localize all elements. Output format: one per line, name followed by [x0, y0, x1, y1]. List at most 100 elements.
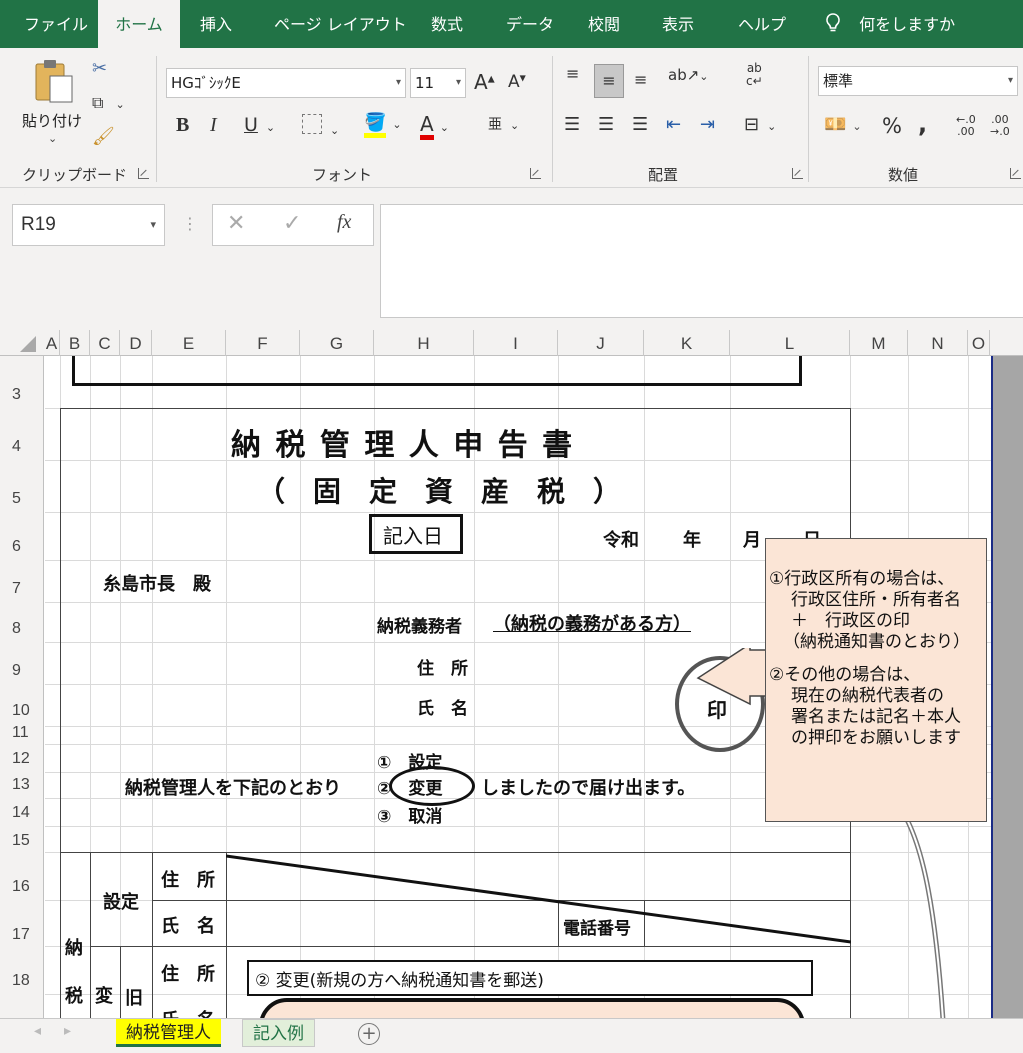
name-box-value: R19 — [21, 214, 56, 235]
row-header[interactable]: 3 — [0, 386, 44, 404]
italic-button[interactable]: I — [210, 114, 217, 137]
column-header-d[interactable]: D — [120, 330, 152, 356]
column-header-j[interactable]: J — [558, 330, 644, 356]
number-format-combo[interactable]: 標準 ▾ — [818, 66, 1018, 96]
column-header-b[interactable]: B — [60, 330, 90, 356]
tell-me-label: 何をしますか — [859, 15, 956, 34]
tab-formulas[interactable]: 数式 — [431, 0, 463, 48]
comma-style-button[interactable]: , — [918, 110, 927, 138]
align-top-button[interactable]: ≡ — [566, 64, 579, 83]
align-center-button[interactable]: ☰ — [598, 114, 614, 135]
tab-home[interactable]: ホーム — [98, 0, 180, 48]
decrease-indent-icon: ⇤ — [666, 114, 682, 135]
select-all-icon[interactable] — [20, 336, 36, 352]
column-header-a[interactable]: A — [44, 330, 60, 356]
column-header-m[interactable]: M — [850, 330, 908, 356]
callout-line: ②その他の場合は、 — [769, 665, 921, 685]
increase-indent-button[interactable]: ⇥ — [700, 114, 715, 135]
row-header[interactable]: 9 — [0, 662, 44, 680]
tell-me-search[interactable]: 何をしますか — [824, 0, 955, 48]
cut-button[interactable]: ✂ — [92, 58, 107, 79]
increase-font-button[interactable]: A▲ — [474, 70, 495, 94]
enter-icon[interactable]: ✓ — [283, 211, 301, 236]
number-launcher-icon[interactable] — [1010, 168, 1021, 179]
font-size-combo[interactable]: 11 ▾ — [410, 68, 466, 98]
row-header[interactable]: 10 — [0, 702, 44, 720]
row-header[interactable]: 16 — [0, 878, 44, 896]
column-header-o[interactable]: O — [968, 330, 990, 356]
callout-line: 署名または記名＋本人 — [791, 707, 961, 727]
align-left-button[interactable]: ☰ — [564, 114, 580, 135]
row-header[interactable]: 6 — [0, 538, 44, 556]
copy-button[interactable]: ⧉ ⌄ — [92, 92, 125, 113]
row-header[interactable]: 11 — [0, 724, 44, 742]
wrap-text-button[interactable]: ab c↵ — [746, 62, 763, 88]
row-header[interactable]: 18 — [0, 972, 44, 990]
tab-data[interactable]: データ — [506, 0, 554, 48]
column-header-h[interactable]: H — [374, 330, 474, 356]
font-color-icon: A — [420, 113, 434, 140]
chevron-down-icon: ▾ — [1007, 75, 1013, 86]
decrease-decimal-button[interactable]: .00 →.0 — [990, 114, 1010, 138]
column-header-i[interactable]: I — [474, 330, 558, 356]
borders-button[interactable]: ⌄ — [302, 114, 339, 139]
decrease-indent-button[interactable]: ⇤ — [666, 114, 681, 135]
cancel-icon[interactable]: ✕ — [227, 211, 245, 236]
name-box[interactable]: R19 ▾ — [12, 204, 165, 246]
row-header[interactable]: 13 — [0, 776, 44, 794]
bold-button[interactable]: B — [176, 114, 189, 137]
increase-decimal-button[interactable]: ←.0.00 — [956, 114, 976, 138]
sheet-tab[interactable]: 記入例 — [242, 1019, 315, 1047]
fill-color-button[interactable]: 🪣 ⌄ — [364, 112, 402, 138]
row-header[interactable]: 14 — [0, 804, 44, 822]
row-header[interactable]: 8 — [0, 620, 44, 638]
increase-font-icon: A▲ — [474, 70, 495, 94]
tab-review[interactable]: 校閲 — [588, 0, 620, 48]
decrease-font-button[interactable]: A▼ — [508, 72, 526, 92]
merge-center-button[interactable]: ⊟ ⌄ — [744, 114, 776, 135]
column-header-l[interactable]: L — [730, 330, 850, 356]
align-middle-button[interactable]: ≡ — [594, 64, 624, 98]
formula-input[interactable] — [380, 204, 1023, 318]
orientation-button[interactable]: ab↗⌄ — [668, 66, 709, 84]
statement-suffix: しましたので届け出ます。 — [481, 778, 696, 799]
row-header[interactable]: 12 — [0, 750, 44, 768]
percent-style-button[interactable]: % — [882, 114, 902, 138]
paste-button[interactable]: 貼り付け ⌄ — [18, 58, 90, 148]
tab-file[interactable]: ファイル — [24, 0, 88, 48]
scroll-right-icon[interactable]: ▸ — [64, 1023, 71, 1039]
column-header-f[interactable]: F — [226, 330, 300, 356]
alignment-launcher-icon[interactable] — [792, 168, 803, 179]
font-name-combo[interactable]: HGｺﾞｼｯｸE ▾ — [166, 68, 406, 98]
taxpayer-note: （納税の義務がある方） — [493, 614, 691, 635]
column-header-n[interactable]: N — [908, 330, 968, 356]
sheet-tab-active[interactable]: 納税管理人 — [116, 1019, 221, 1047]
row-header[interactable]: 15 — [0, 832, 44, 850]
add-sheet-icon[interactable]: + — [358, 1023, 380, 1045]
align-bottom-button[interactable]: ≡ — [634, 70, 647, 89]
tab-help[interactable]: ヘルプ — [738, 0, 786, 48]
row-header[interactable]: 4 — [0, 438, 44, 456]
accounting-format-button[interactable]: 💴 ⌄ — [824, 114, 862, 135]
tab-insert[interactable]: 挿入 — [200, 0, 232, 48]
column-header-c[interactable]: C — [90, 330, 120, 356]
font-color-button[interactable]: A ⌄ — [420, 112, 449, 140]
clipboard-launcher-icon[interactable] — [138, 168, 149, 179]
orientation-icon: ab↗ — [668, 66, 700, 84]
font-launcher-icon[interactable] — [530, 168, 541, 179]
column-header-e[interactable]: E — [152, 330, 226, 356]
tab-view[interactable]: 表示 — [662, 0, 694, 48]
column-header-g[interactable]: G — [300, 330, 374, 356]
format-painter-button[interactable]: 🖌 — [92, 126, 115, 147]
column-header-k[interactable]: K — [644, 330, 730, 356]
tab-page-layout[interactable]: ページ レイアウト — [274, 0, 407, 48]
row-header[interactable]: 17 — [0, 926, 44, 944]
change-note: ② 変更(新規の方へ納税通知書を郵送) — [255, 971, 544, 991]
row-header[interactable]: 7 — [0, 580, 44, 598]
insert-function-icon[interactable]: fx — [337, 211, 351, 234]
phonetic-button[interactable]: 亜 ⌄ — [488, 114, 519, 134]
row-header[interactable]: 5 — [0, 490, 44, 508]
align-right-button[interactable]: ☰ — [632, 114, 648, 135]
scroll-left-icon[interactable]: ◂ — [34, 1023, 41, 1039]
underline-button[interactable]: U ⌄ — [244, 114, 275, 136]
